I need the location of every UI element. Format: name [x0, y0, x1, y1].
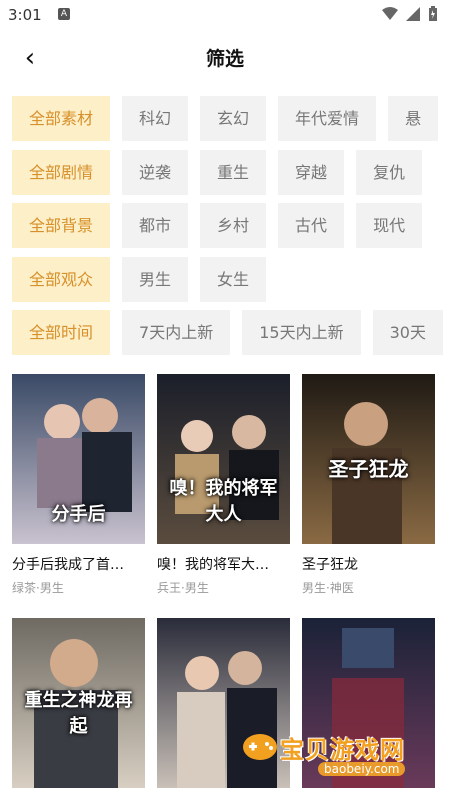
wifi-icon — [382, 7, 398, 20]
poster-title: 嗅！我的将军大人 — [169, 478, 278, 525]
poster-image: 重生之神龙再起 — [12, 618, 145, 788]
drama-card[interactable]: 分手后 分手后我成了首… 绿茶·男生 — [12, 374, 145, 596]
filter-chip[interactable]: 都市 — [122, 203, 189, 248]
watermark-url: baobeiy.com — [318, 762, 406, 776]
status-time: 3:01 — [8, 6, 42, 24]
filter-chip[interactable]: 15天内上新 — [242, 310, 361, 355]
filter-chip[interactable]: 年代爱情 — [278, 96, 377, 141]
battery-icon — [429, 6, 437, 21]
filter-row-plot: 全部剧情 逆袭 重生 穿越 复仇 — [12, 149, 450, 195]
card-title: 嗅！我的将军大… — [157, 557, 269, 573]
poster-title: 圣子狂龙 — [328, 457, 409, 481]
filter-chip[interactable]: 女生 — [200, 256, 267, 302]
filter-row-time: 全部时间 7天内上新 15天内上新 30天 — [12, 310, 450, 355]
filter-chip[interactable]: 全部素材 — [12, 96, 111, 141]
filter-chip[interactable]: 穿越 — [278, 149, 345, 195]
drama-card[interactable]: 圣子狂龙 圣子狂龙 男生·神医 — [302, 374, 435, 596]
filter-chip[interactable]: 全部观众 — [12, 256, 111, 302]
filter-chip[interactable]: 全部剧情 — [12, 149, 111, 195]
gamepad-icon — [243, 734, 277, 760]
filter-chip[interactable]: 乡村 — [200, 203, 267, 248]
poster-image: 嗅！我的将军大人 — [157, 374, 290, 544]
filter-panel: 全部素材 科幻 玄幻 年代爱情悬 全部剧情 逆袭 重生 穿越 复仇 全部背景 都市 乡村 古代 现代 … — [12, 96, 450, 364]
drama-card[interactable]: 重生之神龙再起 — [12, 618, 145, 788]
card-tags: 兵王·男生 — [157, 581, 209, 595]
filter-chip[interactable]: 复仇 — [356, 149, 423, 195]
filter-row-audience: 全部观众 男生 女生 — [12, 256, 450, 302]
filter-chip[interactable]: 现代 — [356, 203, 423, 248]
filter-chip[interactable]: 悬 — [388, 96, 439, 141]
card-tags: 男生·神医 — [302, 581, 354, 595]
filter-row-background: 全部背景 都市 乡村 古代 现代 — [12, 203, 450, 248]
filter-chip[interactable]: 全部时间 — [12, 310, 111, 355]
watermark-text: 宝贝游戏网 — [280, 736, 405, 764]
filter-chip[interactable]: 逆袭 — [122, 149, 189, 195]
filter-chip[interactable]: 科幻 — [122, 96, 189, 141]
poster-image: 圣子狂龙 — [302, 374, 435, 544]
poster-title: 重生之神龙再起 — [24, 690, 133, 737]
page-title: 筛选 — [205, 48, 244, 70]
filter-chip[interactable]: 男生 — [122, 256, 189, 302]
drama-card[interactable]: 嗅！我的将军大人 嗅！我的将军大… 兵王·男生 — [157, 374, 290, 596]
status-icons — [382, 6, 438, 22]
card-tags: 绿茶·男生 — [12, 581, 64, 595]
poster-image — [157, 618, 290, 788]
signal-icon — [406, 7, 420, 21]
filter-chip[interactable]: 重生 — [200, 149, 267, 195]
filter-chip[interactable]: 古代 — [278, 203, 345, 248]
notification-icon: A — [58, 8, 70, 20]
filter-row-material: 全部素材 科幻 玄幻 年代爱情悬 — [12, 96, 450, 141]
poster-image: 分手后 — [12, 374, 145, 544]
watermark: 宝贝游戏网 baobeiy.com — [243, 730, 430, 784]
card-title: 分手后我成了首… — [12, 557, 124, 573]
filter-chip[interactable]: 全部背景 — [12, 203, 111, 248]
filter-chip[interactable]: 30天 — [372, 310, 443, 355]
filter-chip[interactable]: 玄幻 — [200, 96, 267, 141]
drama-card[interactable] — [157, 618, 290, 788]
poster-title: 分手后 — [51, 504, 106, 525]
filter-chip[interactable]: 7天内上新 — [122, 310, 231, 355]
card-title: 圣子狂龙 — [302, 557, 358, 573]
status-bar: 3:01 A — [0, 0, 450, 32]
header: ‹ 筛选 — [0, 36, 450, 80]
